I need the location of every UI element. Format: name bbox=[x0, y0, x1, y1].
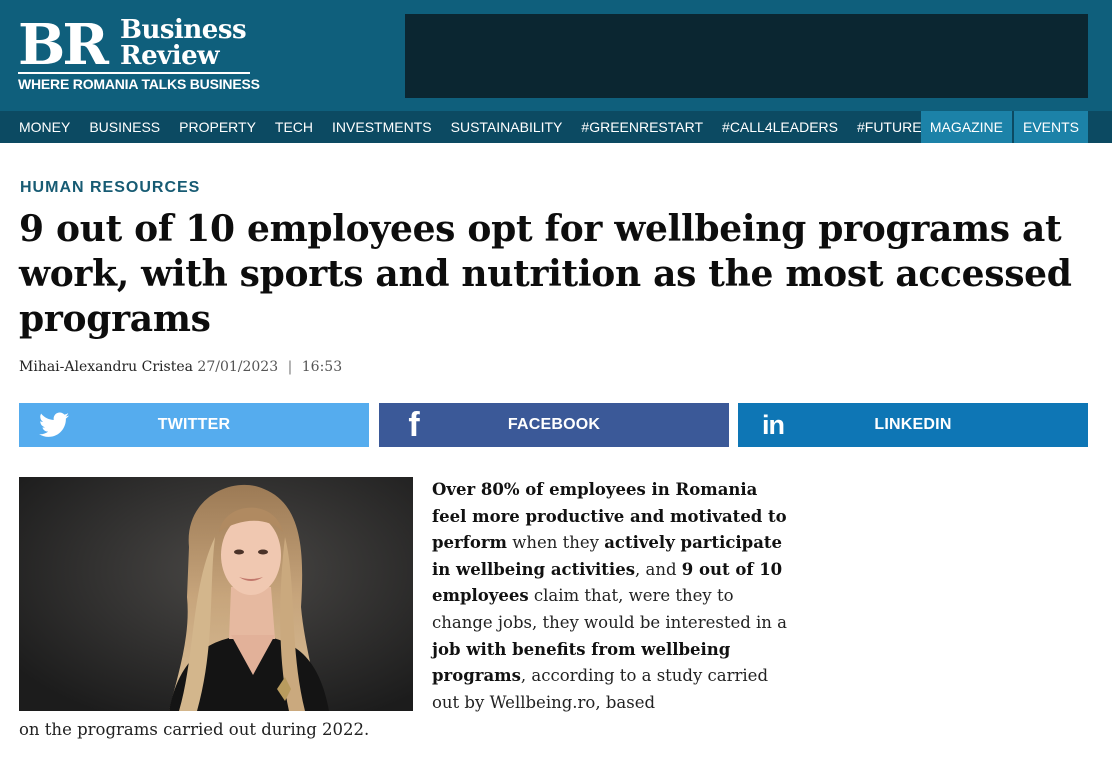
main-navigation: MONEY BUSINESS PROPERTY TECH INVESTMENTS… bbox=[0, 111, 1112, 143]
nav-item-investments[interactable]: INVESTMENTS bbox=[332, 111, 432, 143]
logo-monogram: BR bbox=[18, 12, 109, 78]
byline-separator: | bbox=[287, 359, 293, 375]
site-logo[interactable]: BR Business Review WHERE ROMANIA TALKS B… bbox=[18, 12, 260, 96]
logo-tagline: WHERE ROMANIA TALKS BUSINESS bbox=[18, 76, 260, 92]
site-header: BR Business Review WHERE ROMANIA TALKS B… bbox=[0, 0, 1112, 111]
article-photo bbox=[19, 477, 413, 711]
article-title: 9 out of 10 employees opt for wellbeing … bbox=[19, 208, 1072, 340]
article-author[interactable]: Mihai-Alexandru Cristea bbox=[19, 359, 193, 375]
magazine-button[interactable]: MAGAZINE bbox=[920, 111, 1012, 143]
article-byline: Mihai-Alexandru Cristea 27/01/2023 | 16:… bbox=[19, 359, 342, 375]
logo-wordmark: Business Review bbox=[120, 17, 247, 71]
share-linkedin-label: LINKEDIN bbox=[874, 416, 952, 433]
lead-text-1: when they bbox=[506, 533, 605, 553]
article-date: 27/01/2023 bbox=[197, 359, 279, 375]
article-lead: Over 80% of employees in Romania feel mo… bbox=[432, 477, 792, 716]
nav-item-property[interactable]: PROPERTY bbox=[179, 111, 256, 143]
nav-menu: MONEY BUSINESS PROPERTY TECH INVESTMENTS… bbox=[19, 111, 1004, 143]
share-facebook-label: FACEBOOK bbox=[507, 416, 601, 433]
nav-item-sustainability[interactable]: SUSTAINABILITY bbox=[451, 111, 563, 143]
share-facebook-button[interactable]: f FACEBOOK bbox=[379, 403, 729, 447]
nav-item-money[interactable]: MONEY bbox=[19, 111, 70, 143]
nav-item-tech[interactable]: TECH bbox=[275, 111, 313, 143]
article-time: 16:53 bbox=[301, 359, 343, 375]
nav-actions: MAGAZINE EVENTS bbox=[919, 111, 1088, 143]
lead-text-2: , and bbox=[635, 559, 682, 579]
nav-item-business[interactable]: BUSINESS bbox=[89, 111, 160, 143]
share-twitter-label: TWITTER bbox=[157, 416, 231, 433]
article-lead-continued: on the programs carried out during 2022. bbox=[19, 720, 370, 739]
share-twitter-button[interactable]: TWITTER bbox=[19, 403, 369, 447]
nav-item-greenrestart[interactable]: #GREENRESTART bbox=[581, 111, 703, 143]
advertisement-banner[interactable] bbox=[405, 14, 1088, 98]
share-linkedin-button[interactable]: in LINKEDIN bbox=[738, 403, 1088, 447]
article-category[interactable]: HUMAN RESOURCES bbox=[20, 179, 200, 197]
logo-word-review: Review bbox=[120, 41, 220, 71]
events-button[interactable]: EVENTS bbox=[1013, 111, 1088, 143]
logo-divider bbox=[18, 72, 250, 74]
nav-item-call4leaders[interactable]: #CALL4LEADERS bbox=[722, 111, 838, 143]
